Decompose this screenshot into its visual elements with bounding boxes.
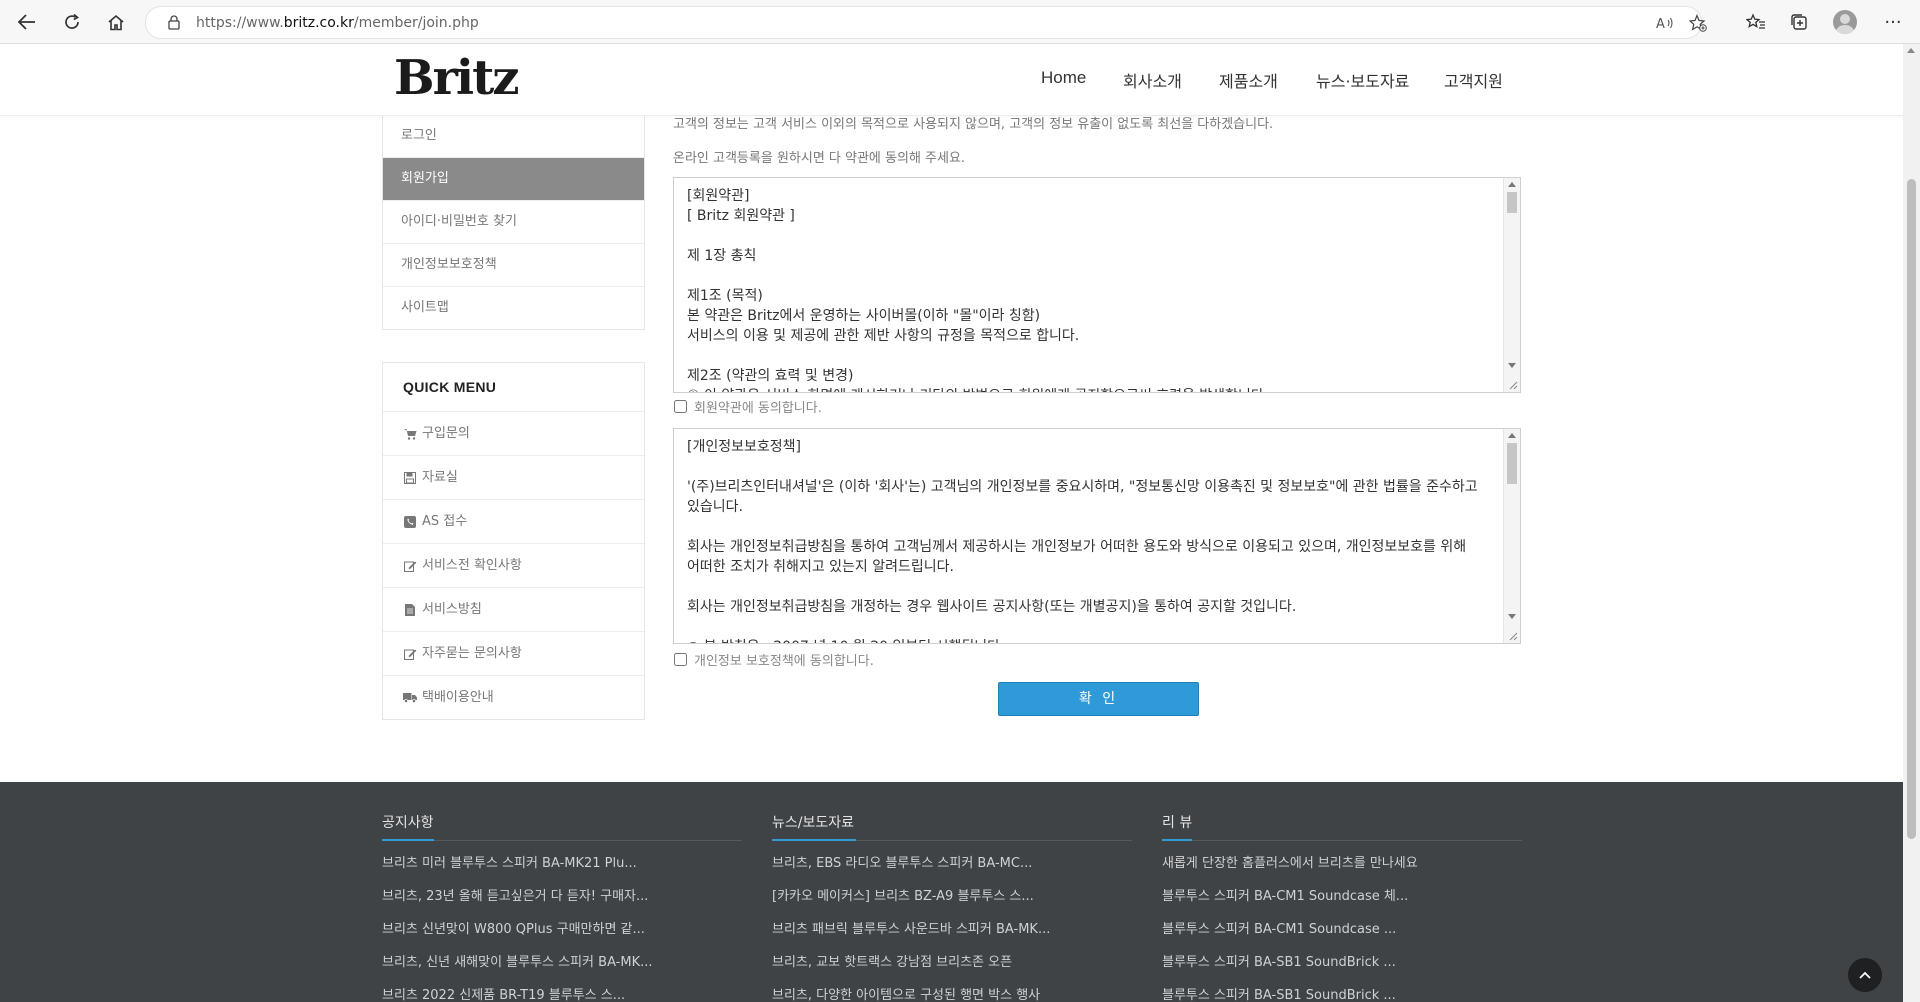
terms-agree[interactable]: 회원약관에 동의합니다.: [673, 397, 822, 416]
intro-text-2: 온라인 고객등록을 원하시면 다 약관에 동의해 주세요.: [673, 151, 966, 166]
site-footer: 공지사항 브리츠 미러 블루투스 스피커 BA-MK21 Plu... 브리츠,…: [0, 782, 1903, 1002]
url-text: https://www.britz.co.kr/member/join.php: [196, 14, 479, 31]
quick-item-purchase[interactable]: 구입문의: [383, 411, 644, 455]
privacy-text: [개인정보보호정책] '(주)브리츠인터내셔널'은 (이하 '회사'는) 고객님…: [687, 439, 1478, 643]
footer-notice-column: 공지사항 브리츠 미러 블루투스 스피커 BA-MK21 Plu... 브리츠,…: [382, 812, 742, 1002]
list-item[interactable]: 브리츠 신년맞이 W800 QPlus 구매만하면 같...: [382, 920, 742, 953]
back-icon[interactable]: [13, 8, 41, 36]
list-item[interactable]: 브리츠, 23년 올해 듣고싶은거 다 듣자! 구매자...: [382, 887, 742, 920]
list-item[interactable]: 블루투스 스피커 BA-SB1 SoundBrick ...: [1162, 953, 1522, 986]
page-scrollbar-thumb[interactable]: [1907, 179, 1916, 839]
edit-icon: [403, 559, 417, 573]
privacy-agree-checkbox[interactable]: [674, 653, 687, 666]
more-menu-icon[interactable]: ···: [1880, 9, 1906, 35]
refresh-icon[interactable]: [58, 8, 86, 36]
svg-text:A: A: [1656, 17, 1665, 30]
list-item[interactable]: 브리츠 패브릭 블루투스 사운드바 스피커 BA-MK...: [772, 920, 1132, 953]
list-item[interactable]: 블루투스 스피커 BA-SB1 SoundBrick ...: [1162, 986, 1522, 1002]
quick-menu: QUICK MENU 구입문의 자료실 AS 접수 서비스전 확인사항 서비스방…: [382, 362, 645, 720]
profile-avatar-icon[interactable]: [1833, 10, 1857, 34]
footer-notice-title[interactable]: 공지사항: [382, 812, 742, 840]
nav-news[interactable]: 뉴스·보도자료: [1316, 68, 1409, 92]
list-item[interactable]: 브리츠, EBS 라디오 블루투스 스피커 BA-MC...: [772, 854, 1132, 887]
quick-menu-title: QUICK MENU: [403, 379, 497, 395]
quick-item-pre-service-check[interactable]: 서비스전 확인사항: [383, 543, 644, 587]
footer-review-column: 리 뷰 새롭게 단장한 홈플러스에서 브리츠를 만나세요 블루투스 스피커 BA…: [1162, 812, 1522, 1002]
terms-scrollbar[interactable]: [1503, 178, 1520, 392]
footer-news-column: 뉴스/보도자료 브리츠, EBS 라디오 블루투스 스피커 BA-MC... […: [772, 812, 1132, 1002]
page-scrollbar[interactable]: [1903, 44, 1920, 1002]
scroll-to-top-button[interactable]: [1848, 958, 1882, 992]
read-aloud-icon[interactable]: A: [1654, 13, 1676, 33]
privacy-agree-label: 개인정보 보호정책에 동의합니다.: [694, 654, 874, 669]
member-side-menu: 로그인 회원가입 아이디·비밀번호 찾기 개인정보보호정책 사이트맵: [382, 115, 645, 330]
nav-support[interactable]: 고객지원: [1444, 68, 1503, 92]
nav-company[interactable]: 회사소개: [1123, 68, 1182, 92]
chevron-up-icon: [1859, 971, 1871, 979]
sidebar-item-join[interactable]: 회원가입: [383, 157, 644, 200]
privacy-agree[interactable]: 개인정보 보호정책에 동의합니다.: [673, 650, 874, 669]
list-item[interactable]: 새롭게 단장한 홈플러스에서 브리츠를 만나세요: [1162, 854, 1522, 887]
terms-text: [회원약관] [ Britz 회원약관 ] 제 1장 총칙 제1조 (목적) 본…: [687, 188, 1268, 392]
sidebar-item-sitemap[interactable]: 사이트맵: [383, 286, 644, 329]
list-item[interactable]: 브리츠, 신년 새해맞이 블루투스 스피커 BA-MK...: [382, 953, 742, 986]
privacy-textarea[interactable]: [개인정보보호정책] '(주)브리츠인터내셔널'은 (이하 '회사'는) 고객님…: [673, 428, 1521, 644]
list-item[interactable]: 브리츠 2022 신제품 BR-T19 블루투스 스...: [382, 986, 742, 1002]
page-viewport: Britz Home 회사소개 제품소개 뉴스·보도자료 고객지원 로그인 회원…: [0, 44, 1903, 1002]
quick-item-delivery-guide[interactable]: 택배이용안내: [383, 675, 644, 719]
sidebar-item-privacy[interactable]: 개인정보보호정책: [383, 243, 644, 286]
document-icon: [403, 603, 417, 617]
quick-item-downloads[interactable]: 자료실: [383, 455, 644, 499]
list-item[interactable]: 블루투스 스피커 BA-CM1 Soundcase ...: [1162, 920, 1522, 953]
terms-agree-checkbox[interactable]: [674, 400, 687, 413]
add-favorite-icon[interactable]: [1687, 13, 1709, 33]
cart-icon: [403, 427, 417, 441]
save-icon: [403, 471, 417, 485]
nav-home[interactable]: Home: [1041, 68, 1086, 88]
phone-icon: [403, 515, 417, 529]
site-header: Britz Home 회사소개 제품소개 뉴스·보도자료 고객지원: [0, 44, 1903, 116]
list-item[interactable]: 브리츠, 교보 핫트랙스 강남점 브리츠존 오픈: [772, 953, 1132, 986]
address-bar[interactable]: https://www.britz.co.kr/member/join.php …: [145, 6, 1707, 39]
home-icon[interactable]: [102, 8, 130, 36]
nav-products[interactable]: 제품소개: [1219, 68, 1278, 92]
truck-icon: [403, 691, 417, 705]
terms-textarea[interactable]: [회원약관] [ Britz 회원약관 ] 제 1장 총칙 제1조 (목적) 본…: [673, 177, 1521, 393]
privacy-scrollbar[interactable]: [1503, 429, 1520, 643]
quick-item-service-policy[interactable]: 서비스방침: [383, 587, 644, 631]
sidebar-item-find-account[interactable]: 아이디·비밀번호 찾기: [383, 200, 644, 243]
list-item[interactable]: 브리츠 미러 블루투스 스피커 BA-MK21 Plu...: [382, 854, 742, 887]
terms-agree-label: 회원약관에 동의합니다.: [694, 401, 822, 416]
list-item[interactable]: 브리츠, 다양한 아이템으로 구성된 행면 박스 행사: [772, 986, 1132, 1002]
britz-logo[interactable]: Britz: [394, 50, 520, 106]
sidebar-item-login[interactable]: 로그인: [383, 115, 644, 157]
resize-grip-icon[interactable]: [1508, 631, 1518, 641]
footer-review-title[interactable]: 리 뷰: [1162, 812, 1522, 840]
quick-item-as-request[interactable]: AS 접수: [383, 499, 644, 543]
footer-news-title[interactable]: 뉴스/보도자료: [772, 812, 1132, 840]
quick-item-faq[interactable]: 자주묻는 문의사항: [383, 631, 644, 675]
lock-icon[interactable]: [166, 14, 182, 32]
browser-toolbar: https://www.britz.co.kr/member/join.php …: [0, 0, 1920, 44]
resize-grip-icon[interactable]: [1508, 380, 1518, 390]
edit-icon: [403, 647, 417, 661]
list-item[interactable]: 블루투스 스피커 BA-CM1 Soundcase 체...: [1162, 887, 1522, 920]
collections-icon[interactable]: [1786, 9, 1812, 35]
list-item[interactable]: [카카오 메이커스] 브리츠 BZ-A9 블루투스 스...: [772, 887, 1132, 920]
favorites-icon[interactable]: [1743, 9, 1769, 35]
confirm-button[interactable]: 확 인: [998, 682, 1199, 716]
